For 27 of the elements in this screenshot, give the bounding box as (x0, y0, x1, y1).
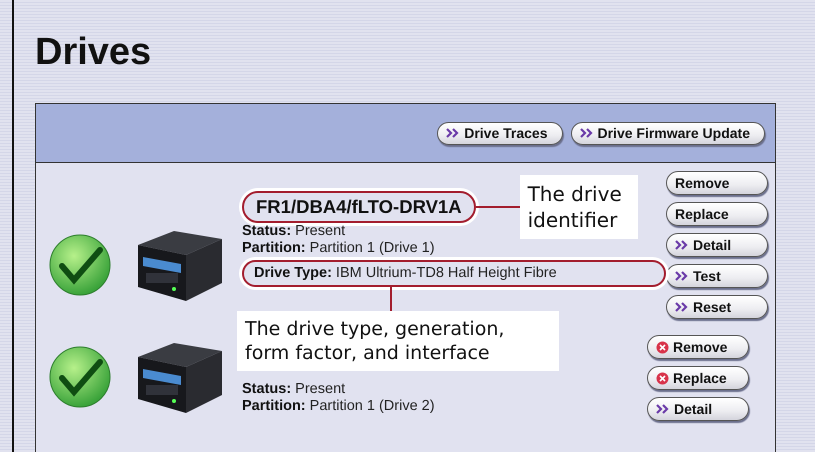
chevron-icon (580, 128, 594, 138)
drive-action-button[interactable]: Test (666, 264, 768, 288)
drive-action-button[interactable]: Reset (666, 295, 768, 319)
drive-action-button[interactable]: Replace (647, 366, 749, 390)
drive-action-button[interactable]: Remove (666, 171, 768, 195)
drive-name: FR1/DBA4/fLTO-DRV1A (256, 196, 462, 217)
chevron-icon (446, 128, 460, 138)
toolbar-button[interactable]: Drive Firmware Update (570, 122, 765, 144)
drive-detail-text: Partition: Partition 1 (Drive 2) (242, 398, 436, 415)
callout-label: The drive type, generation, form factor, and interface (237, 311, 559, 371)
callout-label: The drive identifier (520, 175, 638, 239)
drive-detail-text: Partition: Partition 1 (Drive 1) (242, 240, 436, 257)
drive-detail-text: Status: Present (242, 381, 346, 398)
drive-action-button[interactable]: Replace (666, 202, 768, 226)
chevron-icon (656, 404, 670, 414)
drive-detail-text: Status: Present (242, 223, 346, 240)
error-icon (656, 340, 669, 354)
chevron-icon (675, 302, 689, 312)
error-icon (656, 372, 669, 384)
drive-action-button[interactable]: Detail (666, 233, 768, 257)
toolbar-button[interactable]: Drive Traces (437, 122, 562, 144)
drive-action-button[interactable]: Remove (647, 335, 749, 359)
chevron-icon (675, 271, 689, 281)
drive-detail-text: Drive Type: IBM Ultrium-TD8 Half Height Fibre (254, 265, 558, 282)
chevron-icon (675, 240, 689, 250)
drive-action-button[interactable]: Detail (647, 397, 749, 421)
page-title: Drives (35, 30, 152, 74)
